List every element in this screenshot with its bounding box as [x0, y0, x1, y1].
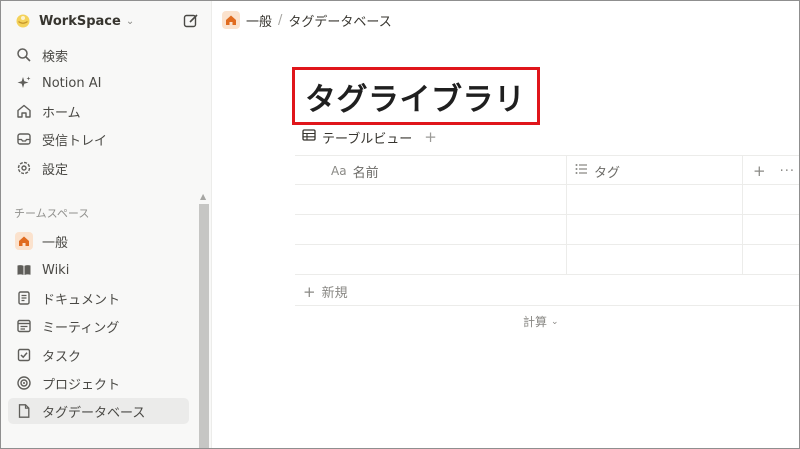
document-icon: [14, 288, 34, 308]
workspace-switcher[interactable]: WorkSpace ⌄: [10, 8, 202, 34]
sidebar-item-wiki[interactable]: Wiki: [8, 257, 200, 283]
column-label: 名前: [352, 165, 379, 181]
sidebar-item-label: Notion AI: [42, 75, 102, 91]
scroll-up-arrow-icon[interactable]: ▲: [200, 192, 206, 201]
sidebar-item-label: 受信トレイ: [42, 133, 108, 149]
section-label-teamspace: チームスペース: [14, 207, 90, 220]
checkbox-icon: [14, 345, 34, 365]
workspace-name: WorkSpace: [39, 13, 121, 29]
book-icon: [14, 260, 34, 280]
tab-table-view[interactable]: テーブルビュー: [322, 128, 412, 147]
sidebar-item-search[interactable]: 検索: [8, 42, 200, 68]
sidebar-item-projects[interactable]: プロジェクト: [8, 370, 200, 396]
chevron-down-icon: ⌄: [125, 15, 135, 27]
table-header-row: Aa 名前 タグ + ···: [295, 155, 800, 186]
table-cell[interactable]: [567, 185, 743, 215]
page-title[interactable]: タグライブラリ: [305, 74, 526, 119]
home-icon: [14, 101, 34, 121]
sidebar-item-label: 検索: [42, 49, 69, 65]
sidebar: WorkSpace ⌄ 検索 Notion AI ホーム 受信トレイ 設定 チー…: [0, 0, 212, 449]
sidebar-item-tag-database[interactable]: タグデータベース: [8, 398, 189, 424]
plus-icon: +: [303, 282, 316, 301]
more-options-icon[interactable]: ···: [780, 164, 795, 179]
table-cell[interactable]: [295, 185, 567, 215]
breadcrumb: 一般 / タグデータベース: [222, 8, 392, 32]
table-cell[interactable]: [567, 215, 743, 245]
sidebar-item-label: 一般: [42, 235, 69, 251]
page-icon: [14, 401, 34, 421]
text-property-icon: Aa: [331, 164, 347, 178]
add-property-icon[interactable]: +: [753, 162, 766, 180]
sidebar-item-label: プロジェクト: [42, 377, 121, 393]
table-cell[interactable]: [295, 245, 567, 275]
search-icon: [14, 45, 34, 65]
sidebar-item-settings[interactable]: 設定: [8, 155, 200, 181]
target-icon: [14, 373, 34, 393]
sidebar-scrollbar[interactable]: ▲: [198, 192, 211, 449]
new-page-icon[interactable]: [182, 12, 200, 30]
column-header-name[interactable]: Aa 名前: [295, 156, 567, 186]
view-tabs: テーブルビュー +: [302, 126, 437, 148]
breadcrumb-parent[interactable]: 一般: [246, 11, 272, 30]
sparkle-icon: [14, 73, 34, 93]
workspace-logo-icon: [14, 12, 32, 30]
sidebar-item-label: Wiki: [42, 262, 70, 278]
table-cell[interactable]: [567, 245, 743, 275]
table-cell[interactable]: [295, 215, 567, 245]
sidebar-item-home[interactable]: ホーム: [8, 98, 200, 124]
table-row[interactable]: [295, 215, 800, 245]
calculate-button[interactable]: 計算 ⌄: [523, 313, 559, 330]
table-row[interactable]: [295, 185, 800, 215]
sidebar-item-label: ドキュメント: [42, 292, 121, 308]
sidebar-item-label: タスク: [42, 349, 82, 365]
add-view-icon[interactable]: +: [424, 128, 437, 146]
column-label: タグ: [594, 165, 621, 181]
title-highlight-box: タグライブラリ: [292, 67, 540, 125]
sidebar-item-label: ホーム: [42, 105, 81, 121]
meeting-icon: [14, 316, 34, 336]
sidebar-item-label: ミーティング: [42, 320, 120, 336]
column-header-tag[interactable]: タグ: [567, 156, 743, 186]
scrollbar-thumb[interactable]: [199, 204, 209, 449]
gear-icon: [14, 158, 34, 178]
list-icon: [575, 163, 588, 179]
house-badge-icon: [222, 11, 240, 29]
sidebar-item-meetings[interactable]: ミーティング: [8, 313, 200, 339]
sidebar-item-label: 設定: [42, 162, 69, 178]
sidebar-item-tasks[interactable]: タスク: [8, 342, 200, 368]
sidebar-item-inbox[interactable]: 受信トレイ: [8, 126, 200, 152]
breadcrumb-separator: /: [278, 12, 283, 28]
sidebar-item-general[interactable]: 一般: [8, 228, 200, 254]
new-row-button[interactable]: + 新規: [295, 278, 800, 306]
column-actions: + ···: [743, 156, 800, 186]
new-row-label: 新規: [321, 286, 348, 301]
sidebar-item-label: タグデータベース: [42, 405, 146, 421]
table-row[interactable]: [295, 245, 800, 275]
table-icon: [302, 128, 316, 146]
database-table: Aa 名前 タグ + ···: [295, 155, 800, 275]
sidebar-item-notion-ai[interactable]: Notion AI: [8, 70, 200, 96]
house-badge-icon: [15, 232, 33, 250]
chevron-down-icon: ⌄: [551, 316, 559, 327]
inbox-icon: [14, 129, 34, 149]
breadcrumb-current[interactable]: タグデータベース: [288, 11, 391, 30]
sidebar-item-documents[interactable]: ドキュメント: [8, 285, 200, 311]
calculate-label: 計算: [523, 315, 548, 329]
